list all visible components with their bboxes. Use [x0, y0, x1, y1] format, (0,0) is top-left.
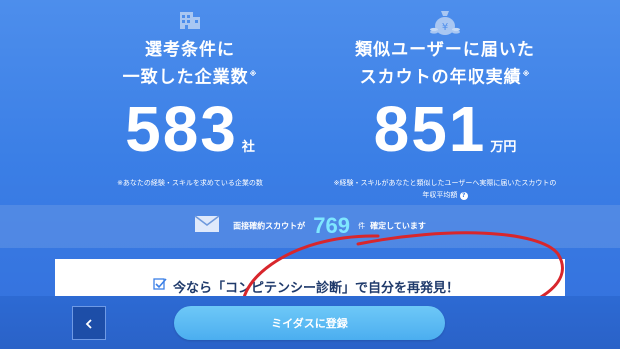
stat-title: 類似ユーザーに届いた スカウトの年収実績※: [355, 40, 535, 88]
company-count: 583: [125, 93, 238, 165]
unit-label: 社: [241, 140, 255, 155]
register-button[interactable]: ミイダスに登録: [174, 306, 445, 340]
stat-note: ※経験・スキルがあなたと類似したユーザーへ実際に届いたスカウトの 年収平均額 ?: [333, 179, 557, 200]
banner-text: 今なら「コンピテンシー診断」で自分を再発見！: [173, 281, 460, 296]
unit-label: 万円: [490, 140, 517, 155]
chevron-left-icon: [85, 314, 93, 333]
salary-value: 851: [373, 93, 487, 165]
interview-scout-band: 面接確約スカウトが 769 件 確定しています: [0, 205, 620, 248]
check-icon: [153, 276, 167, 295]
building-icon: [178, 8, 202, 34]
interview-count: 769: [313, 213, 350, 238]
svg-text:¥: ¥: [442, 22, 448, 33]
help-icon[interactable]: ?: [459, 192, 468, 200]
back-button[interactable]: [72, 306, 106, 340]
money-bag-icon: ¥: [429, 8, 461, 40]
mail-icon: [194, 215, 220, 237]
